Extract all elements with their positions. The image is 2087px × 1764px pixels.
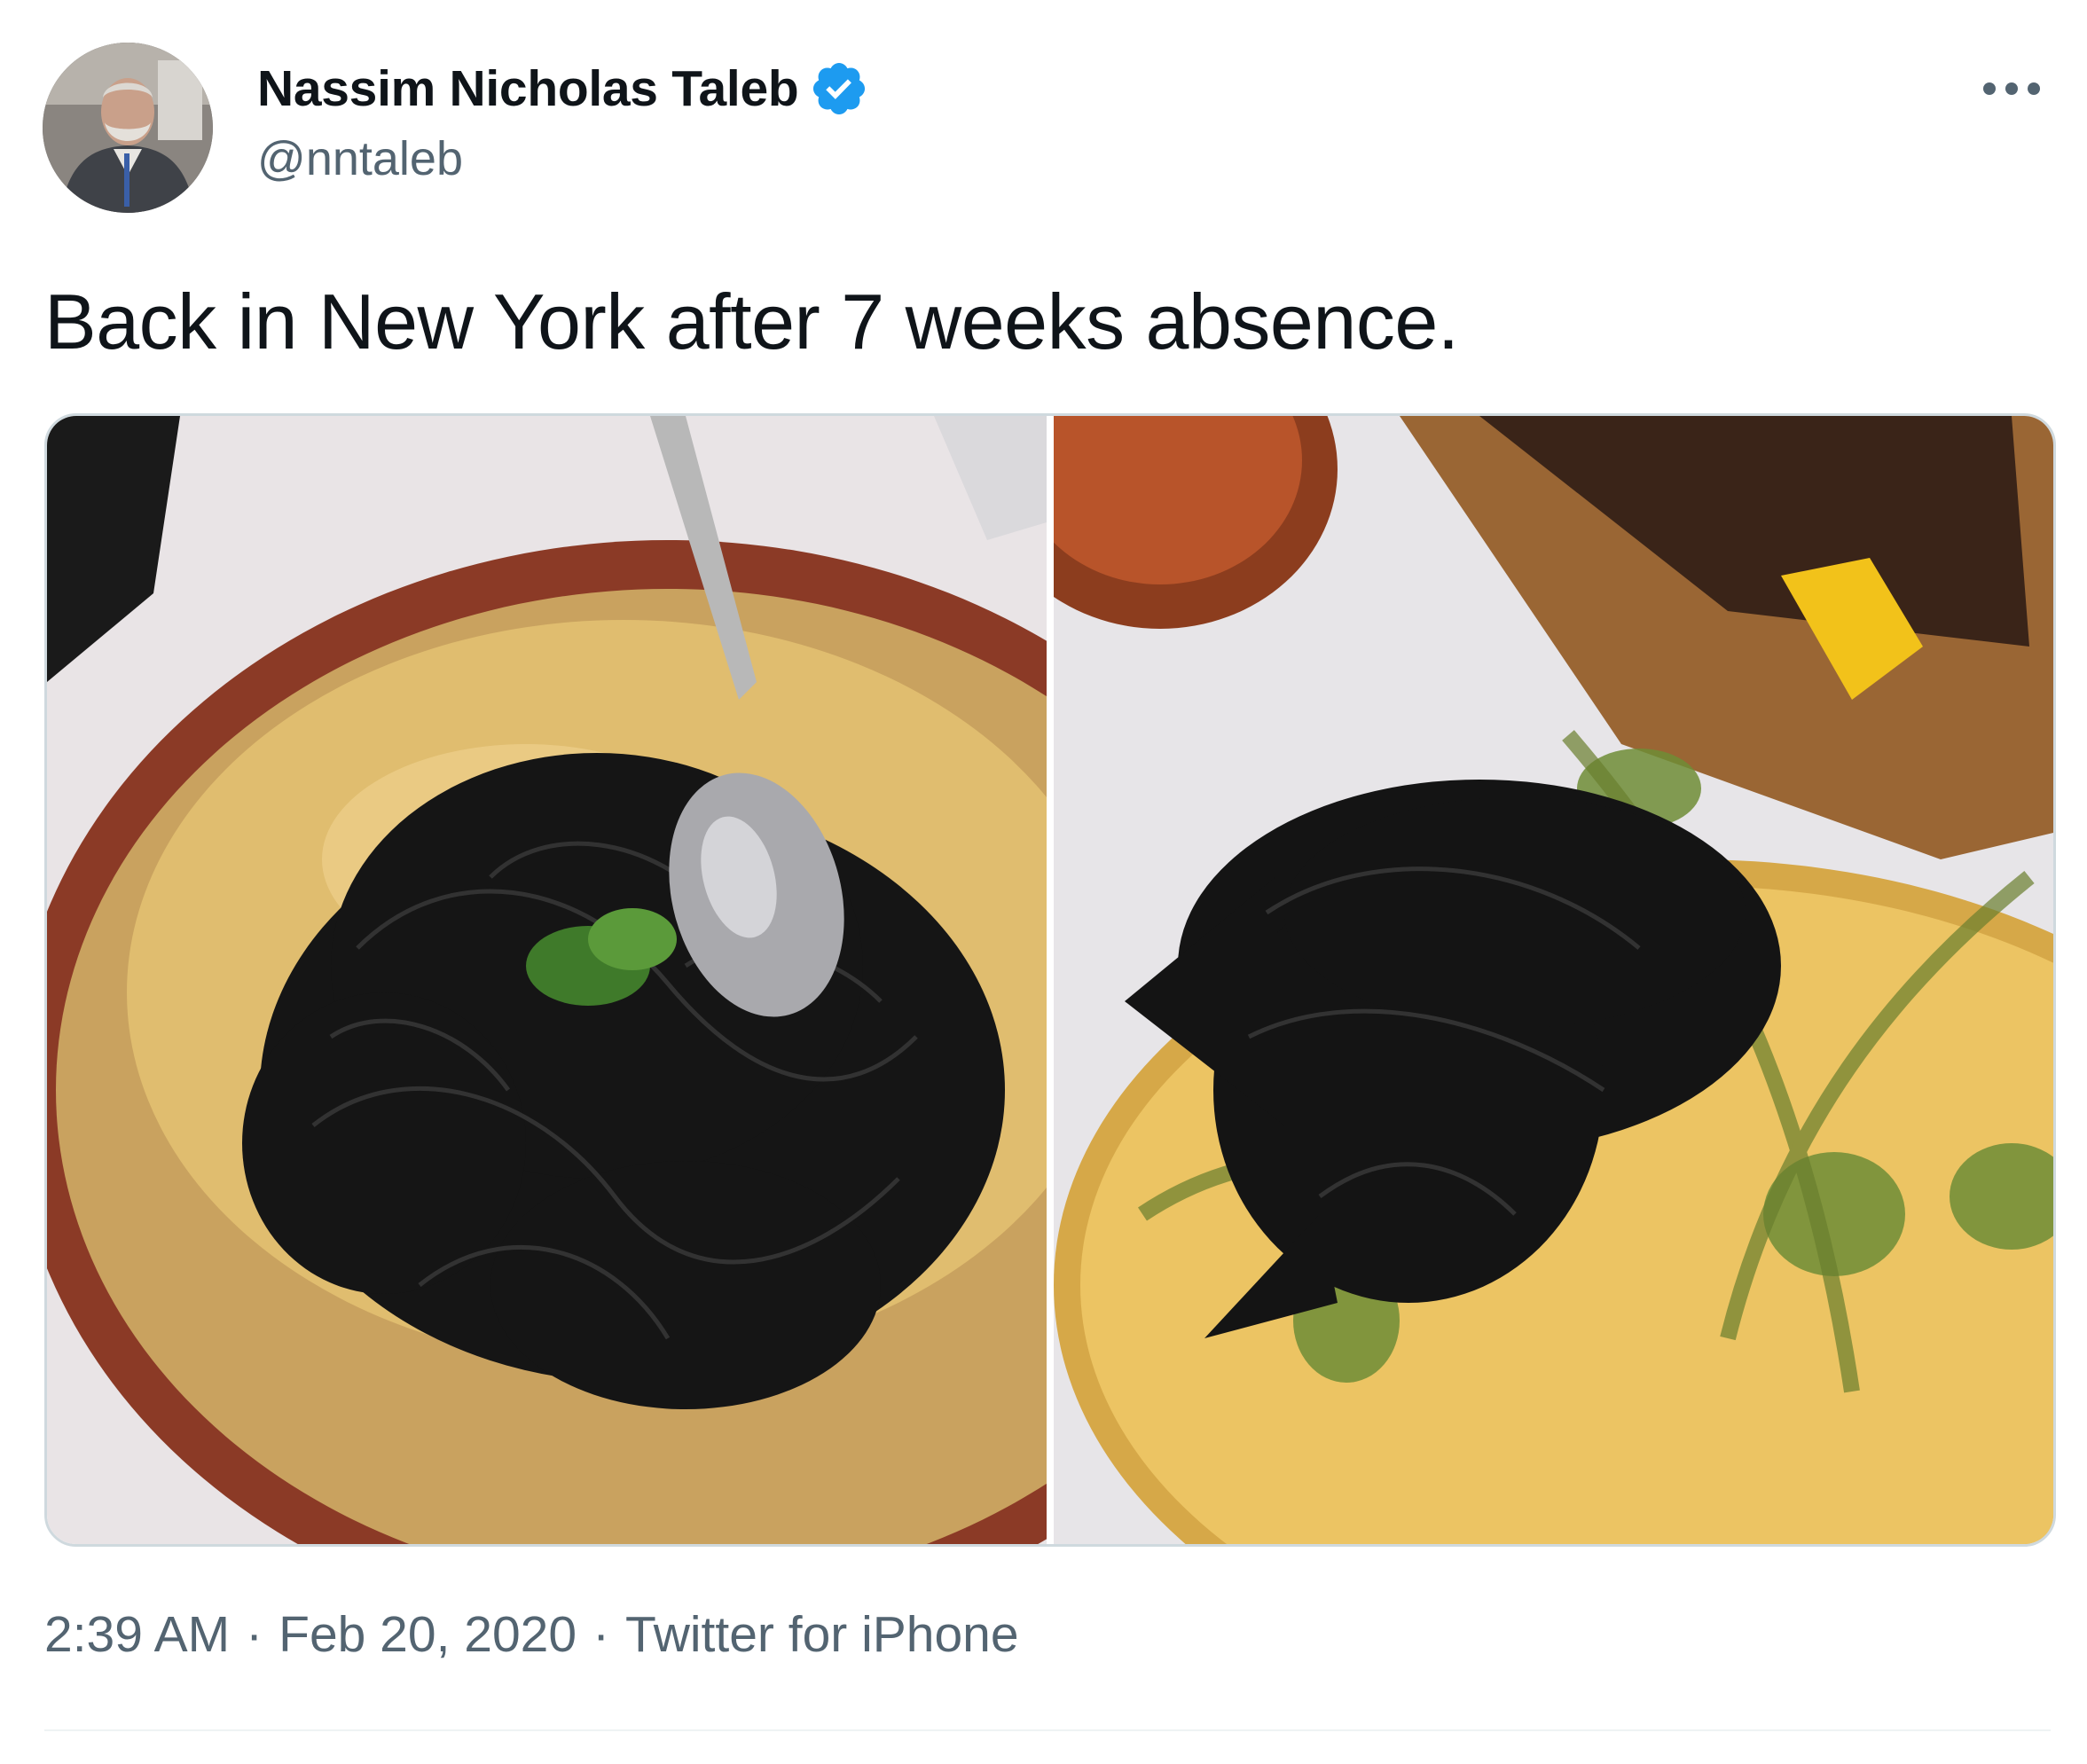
verified-badge-icon	[809, 59, 869, 119]
meta-separator: ·	[592, 1606, 610, 1663]
tweet-date[interactable]: Feb 20, 2020	[279, 1605, 577, 1664]
tweet-metadata: 2:39 AM · Feb 20, 2020 · Twitter for iPh…	[44, 1605, 1019, 1664]
more-horizontal-icon	[1983, 82, 2040, 95]
media-photo-2[interactable]	[1054, 416, 2053, 1544]
tweet-source[interactable]: Twitter for iPhone	[625, 1605, 1019, 1664]
author-display-name[interactable]: Nassim Nicholas Taleb	[257, 59, 799, 118]
avatar-photo	[43, 43, 213, 213]
media-grid	[44, 413, 2056, 1547]
media-photo-1[interactable]	[47, 416, 1047, 1544]
author-handle[interactable]: @nntaleb	[257, 131, 463, 186]
meta-separator: ·	[246, 1606, 263, 1663]
author-name-row[interactable]: Nassim Nicholas Taleb	[257, 57, 869, 121]
pasta-photo-right	[1054, 416, 2053, 1544]
tweet-card: Nassim Nicholas Taleb @nntaleb Back in N…	[0, 0, 2087, 1764]
author-avatar[interactable]	[43, 43, 213, 213]
pasta-photo-left	[47, 416, 1047, 1544]
more-options-button[interactable]	[1972, 62, 2052, 115]
tweet-time[interactable]: 2:39 AM	[44, 1605, 230, 1664]
divider	[44, 1729, 2051, 1731]
tweet-text: Back in New York after 7 weeks absence.	[44, 278, 1459, 365]
